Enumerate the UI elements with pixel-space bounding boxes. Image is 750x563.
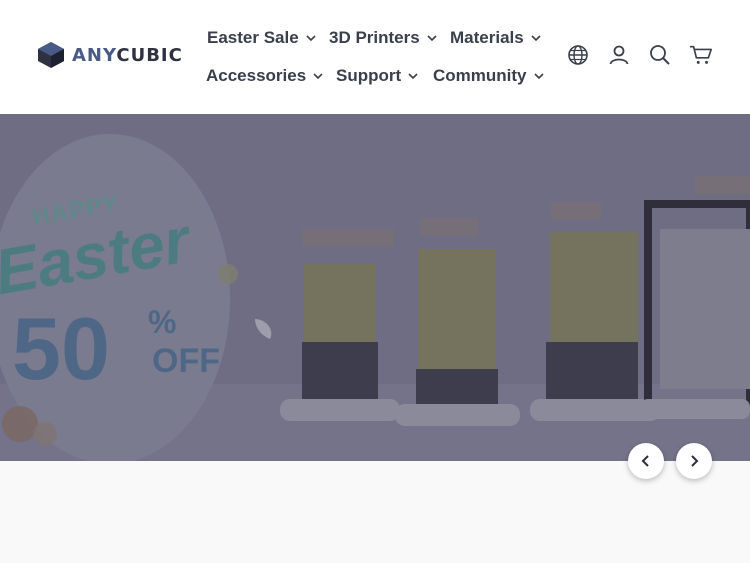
nav-item-label: Accessories: [206, 66, 307, 85]
logo-text-part1: ANY: [72, 44, 117, 66]
account-icon[interactable]: [607, 43, 631, 67]
nav-item-support[interactable]: Support: [336, 66, 418, 86]
search-icon[interactable]: [648, 43, 672, 67]
nav-item-label: 3D Printers: [329, 28, 420, 47]
nav-item-label: Community: [433, 66, 527, 85]
hero-off-text: OFF: [152, 342, 220, 380]
chevron-down-icon: [533, 73, 544, 80]
logo-text: ANYCUBIC: [72, 45, 183, 66]
chevron-down-icon: [306, 35, 316, 42]
nav-item-easter-sale[interactable]: Easter Sale: [207, 28, 316, 48]
logo-text-part2: CUBIC: [116, 44, 183, 66]
chevron-down-icon: [408, 73, 418, 80]
anycubic-logo[interactable]: ANYCUBIC: [36, 40, 183, 70]
site-header: ANYCUBIC Easter Sale 3D Printers Materia…: [0, 0, 750, 114]
chevron-left-icon: [641, 455, 649, 467]
hero-banner[interactable]: HAPPY Easter 50 % OFF: [0, 114, 750, 461]
cart-icon[interactable]: [689, 43, 713, 67]
logo-cube-icon: [38, 42, 64, 68]
nav-item-label: Support: [336, 66, 402, 85]
chevron-down-icon: [313, 73, 323, 80]
nav-item-accessories[interactable]: Accessories: [206, 66, 323, 86]
hero-discount-number: 50: [12, 299, 110, 398]
nav-item-3d-printers[interactable]: 3D Printers: [329, 28, 437, 48]
nav-item-label: Materials: [450, 28, 524, 47]
hero-percent-sign: %: [148, 304, 177, 340]
chevron-right-icon: [691, 455, 699, 467]
nav-item-community[interactable]: Community: [433, 66, 544, 86]
header-icons: [566, 43, 730, 67]
nav-item-label: Easter Sale: [207, 28, 299, 47]
carousel-prev-button[interactable]: [628, 443, 664, 479]
chevron-down-icon: [531, 35, 541, 42]
carousel-next-button[interactable]: [676, 443, 712, 479]
globe-icon[interactable]: [566, 43, 590, 67]
nav-item-materials[interactable]: Materials: [450, 28, 541, 48]
chevron-down-icon: [427, 35, 437, 42]
